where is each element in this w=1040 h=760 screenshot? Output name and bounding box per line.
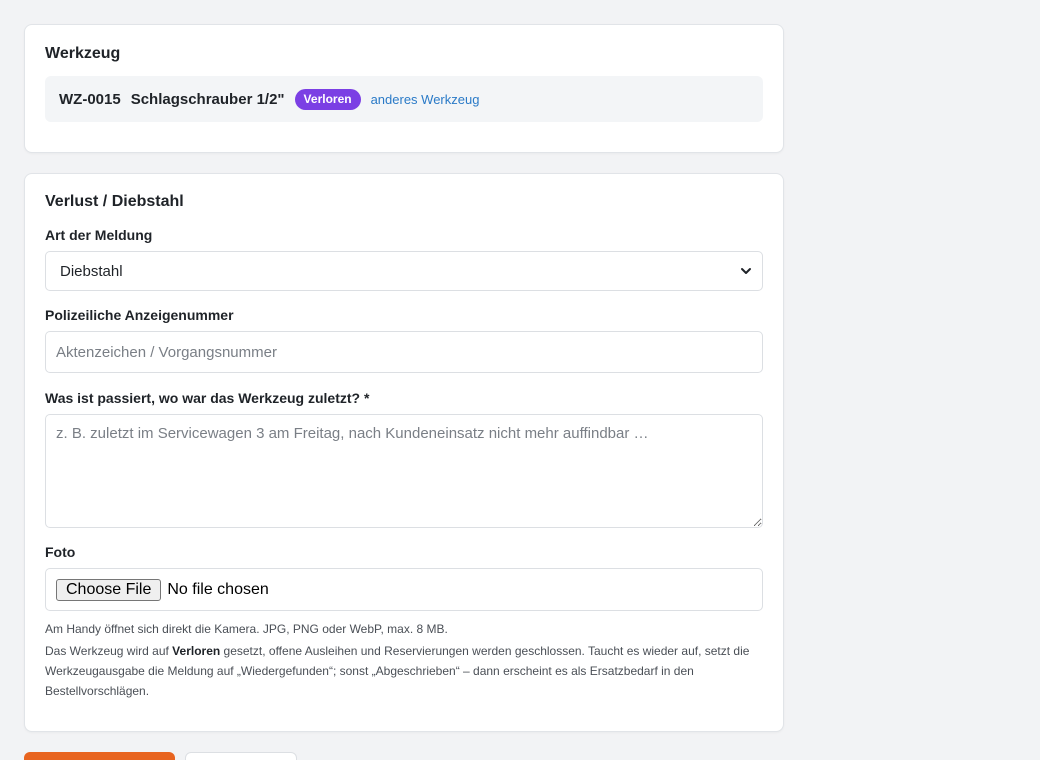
report-type-label: Art der Meldung (45, 227, 153, 243)
choose-file-button[interactable]: Choose File (56, 578, 162, 601)
status-badge: Verloren (294, 88, 361, 110)
tool-code: WZ-0015 (59, 90, 121, 108)
photo-label: Foto (45, 544, 76, 560)
selected-tool-row: WZ-0015 Schlagschrauber 1/2" Verloren an… (45, 76, 763, 122)
status-info-text: Das Werkzeug wird auf Verloren gesetzt, … (45, 641, 765, 701)
report-type-selected-value: Diebstahl (60, 262, 123, 280)
tool-card: Werkzeug WZ-0015 Schlagschrauber 1/2" Ve… (24, 24, 784, 153)
cancel-button[interactable] (185, 752, 297, 760)
police-number-label: Polizeiliche Anzeigenummer (45, 307, 234, 323)
report-type-select[interactable]: Diebstahl (45, 251, 763, 291)
tool-name: Schlagschrauber 1/2" (130, 90, 285, 108)
police-number-input[interactable] (45, 331, 763, 373)
photo-file-input[interactable]: Choose File No file chosen (45, 568, 763, 611)
camera-hint: Am Handy öffnet sich direkt die Kamera. … (45, 622, 448, 636)
change-tool-link[interactable]: anderes Werkzeug (371, 92, 480, 107)
info-text-bold: Verloren (172, 644, 221, 658)
file-status-text: No file chosen (167, 580, 269, 598)
form-card-title: Verlust / Diebstahl (45, 193, 184, 210)
chevron-down-icon (741, 268, 751, 274)
description-textarea[interactable] (45, 414, 763, 528)
loss-report-card: Verlust / Diebstahl Art der Meldung Dieb… (24, 173, 784, 732)
submit-button[interactable] (24, 752, 175, 760)
tool-card-title: Werkzeug (45, 45, 121, 62)
info-text-part1: Das Werkzeug wird auf (45, 644, 173, 658)
description-label: Was ist passiert, wo war das Werkzeug zu… (45, 390, 370, 406)
